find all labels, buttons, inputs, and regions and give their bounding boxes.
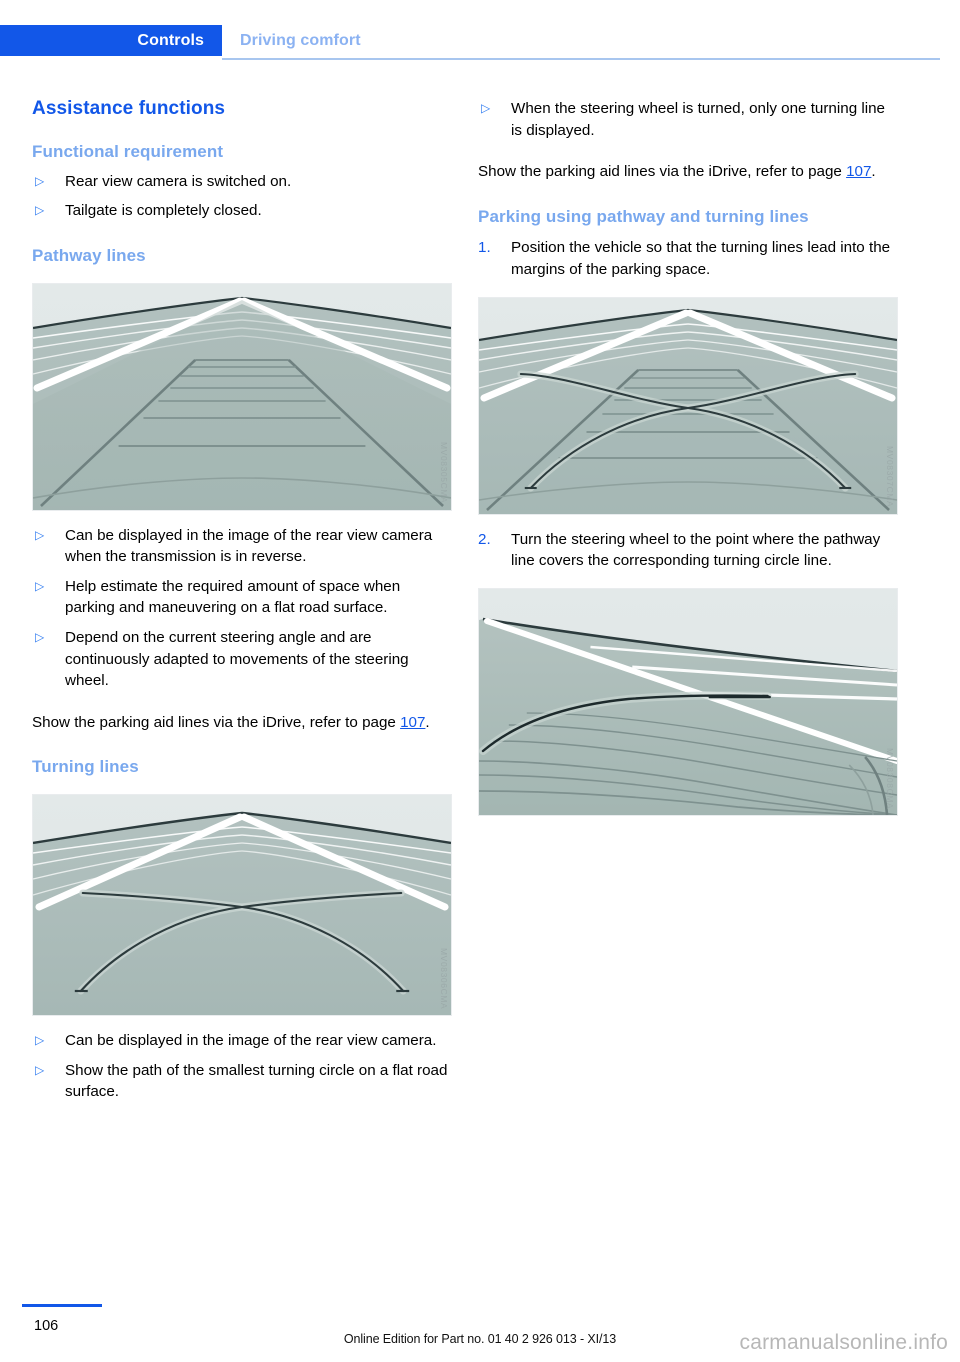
note-text-before: Show the parking aid lines via the iDriv… (32, 713, 401, 731)
heading-parking-using-lines: Parking using pathway and turning lines (478, 206, 809, 226)
triangle-bullet-icon: ▷ (35, 1032, 45, 1047)
heading-turning-lines: Turning lines (32, 757, 139, 777)
list-item-text: Show the path of the smallest turning ci… (65, 1061, 448, 1101)
heading-functional-requirement: Functional requirement (32, 142, 224, 161)
list-item-text: When the steering wheel is turned, only … (511, 100, 886, 139)
list-item: ▷ Depend on the current steering angle a… (32, 627, 452, 692)
note-idrive-left: Show the parking aid lines via the iDriv… (32, 712, 452, 734)
step-number: 2. (478, 530, 491, 548)
page-header: Controls Driving comfort (0, 25, 960, 63)
list-right-top: ▷ When the steering wheel is turned, onl… (478, 98, 898, 141)
note-text-after: . (425, 713, 430, 731)
page-title: Assistance functions (32, 98, 226, 119)
parking-step2-illustration (479, 588, 897, 815)
figure-parking-step-1: MV08307CMA (478, 296, 898, 515)
tab-controls-label: Controls (137, 31, 204, 49)
tab-controls[interactable]: Controls (0, 25, 222, 56)
note-text-before: Show the parking aid lines via the iDriv… (478, 163, 847, 181)
tab-driving-comfort[interactable]: Driving comfort (240, 25, 361, 56)
list-item-text: Help estimate the required amount of spa… (65, 577, 401, 617)
list-item: ▷ Show the path of the smallest turning … (32, 1060, 452, 1103)
pathway-lines-illustration (33, 283, 451, 510)
triangle-bullet-icon: ▷ (481, 101, 491, 115)
note-text-after: . (871, 163, 876, 181)
list-item: ▷ Help estimate the required amount of s… (32, 576, 452, 619)
manual-page: Controls Driving comfort Assistance func… (0, 0, 960, 1362)
list-item: ▷ Can be displayed in the image of the r… (32, 1030, 452, 1052)
list-item: ▷ Tailgate is completely closed. (32, 200, 452, 222)
heading-pathway-lines: Pathway lines (32, 245, 146, 265)
list-pathway-lines: ▷ Can be displayed in the image of the r… (32, 525, 452, 692)
list-item-text: Rear view camera is switched on. (65, 172, 292, 190)
triangle-bullet-icon: ▷ (35, 578, 45, 593)
figure-frame: MV08306CMA (32, 793, 452, 1016)
list-item-text: Can be displayed in the image of the rea… (65, 1031, 437, 1049)
list-item: ▷ Rear view camera is switched on. (32, 171, 452, 193)
list-functional-requirement: ▷ Rear view camera is switched on. ▷ Tai… (32, 171, 452, 222)
triangle-bullet-icon: ▷ (35, 173, 45, 188)
figure-parking-step-2: MV08308CMA (478, 587, 898, 816)
page-reference-link[interactable]: 107 (846, 163, 871, 180)
page-reference-link[interactable]: 107 (400, 714, 425, 731)
triangle-bullet-icon: ▷ (35, 1062, 45, 1077)
list-item: ▷ Can be displayed in the image of the r… (32, 525, 452, 568)
list-item-text: Can be displayed in the image of the rea… (65, 526, 433, 566)
list-turning-lines: ▷ Can be displayed in the image of the r… (32, 1030, 452, 1103)
triangle-bullet-icon: ▷ (35, 629, 45, 644)
list-item: 2. Turn the steering wheel to the point … (478, 529, 898, 572)
list-item: 1. Position the vehicle so that the turn… (478, 237, 898, 280)
step-text: Position the vehicle so that the turning… (511, 239, 891, 279)
triangle-bullet-icon: ▷ (35, 527, 45, 542)
note-idrive-right: Show the parking aid lines via the iDriv… (478, 161, 898, 183)
list-parking-steps-2: 2. Turn the steering wheel to the point … (478, 529, 898, 572)
figure-turning-lines: MV08306CMA (32, 793, 452, 1016)
site-watermark: carmanualsonline.info (739, 1331, 948, 1354)
turning-lines-illustration (33, 794, 451, 1015)
figure-frame: MV08307CMA (478, 296, 898, 515)
parking-step1-illustration (479, 297, 897, 514)
list-item-text: Tailgate is completely closed. (65, 202, 262, 220)
triangle-bullet-icon: ▷ (35, 203, 45, 218)
left-column: Assistance functions Functional requirem… (32, 98, 452, 1103)
figure-pathway-lines: MV08305CMA (32, 282, 452, 511)
step-text: Turn the steering wheel to the point whe… (511, 530, 881, 570)
list-item: ▷ When the steering wheel is turned, onl… (478, 98, 898, 141)
right-column: ▷ When the steering wheel is turned, onl… (478, 98, 898, 826)
step-number: 1. (478, 239, 491, 257)
figure-frame: MV08308CMA (478, 587, 898, 816)
tab-driving-comfort-label: Driving comfort (240, 31, 361, 49)
figure-frame: MV08305CMA (32, 282, 452, 511)
list-parking-steps: 1. Position the vehicle so that the turn… (478, 237, 898, 280)
header-divider (222, 58, 940, 60)
footer-divider (22, 1304, 102, 1307)
list-item-text: Depend on the current steering angle and… (65, 628, 409, 690)
